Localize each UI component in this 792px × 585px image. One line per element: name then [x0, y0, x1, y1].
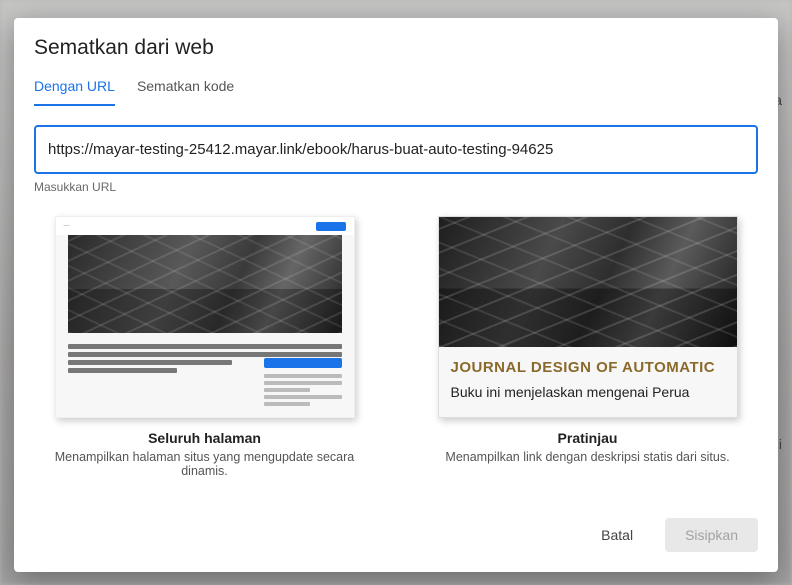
mini-side-line	[264, 402, 311, 406]
option-whole-page-desc: Menampilkan halaman situs yang mengupdat…	[34, 450, 375, 478]
insert-button[interactable]: Sisipkan	[665, 518, 758, 552]
mini-side-line	[264, 395, 342, 399]
mini-hero-image	[68, 235, 342, 333]
tabs: Dengan URL Sematkan kode	[14, 78, 778, 107]
modal-body: Masukkan URL —	[14, 107, 778, 504]
preview-card-desc: Buku ini menjelaskan mengenai Perua	[439, 380, 737, 410]
modal-header: Sematkan dari web	[14, 18, 778, 60]
mini-side-line	[264, 374, 342, 378]
option-preview[interactable]: JOURNAL DESIGN OF AUTOMATIC Buku ini men…	[417, 216, 758, 478]
modal-footer: Batal Sisipkan	[14, 504, 778, 572]
mini-side-panel	[264, 358, 342, 409]
mini-logo: —	[64, 223, 70, 229]
mini-side-line	[264, 381, 342, 385]
url-hint: Masukkan URL	[34, 180, 758, 194]
mini-text-line	[68, 360, 232, 365]
preview-hero-struct	[439, 217, 737, 347]
preview-card-title: JOURNAL DESIGN OF AUTOMATIC	[439, 347, 737, 380]
url-input[interactable]	[34, 125, 758, 174]
preview-hero-image	[439, 217, 737, 347]
mini-hero-struct	[68, 235, 342, 333]
mini-text-line	[68, 352, 342, 357]
modal-title: Sematkan dari web	[34, 36, 758, 60]
mini-text-line	[68, 344, 342, 349]
thumb-preview: JOURNAL DESIGN OF AUTOMATIC Buku ini men…	[438, 216, 738, 418]
embed-from-web-modal: Sematkan dari web Dengan URL Sematkan ko…	[14, 18, 778, 572]
mini-topbar: —	[56, 217, 354, 235]
option-preview-desc: Menampilkan link dengan deskripsi statis…	[445, 450, 729, 464]
option-whole-page-title: Seluruh halaman	[148, 430, 261, 446]
tab-embed-code[interactable]: Sematkan kode	[137, 78, 234, 106]
mini-side-line	[264, 388, 311, 392]
option-whole-page[interactable]: —	[34, 216, 375, 478]
option-preview-title: Pratinjau	[558, 430, 618, 446]
mini-text-line	[68, 368, 178, 373]
thumb-whole-page: —	[55, 216, 355, 418]
cancel-button[interactable]: Batal	[581, 518, 653, 552]
mini-top-button	[316, 222, 346, 231]
embed-options: —	[34, 216, 758, 478]
mini-cta-button	[264, 358, 342, 368]
tab-by-url[interactable]: Dengan URL	[34, 78, 115, 106]
